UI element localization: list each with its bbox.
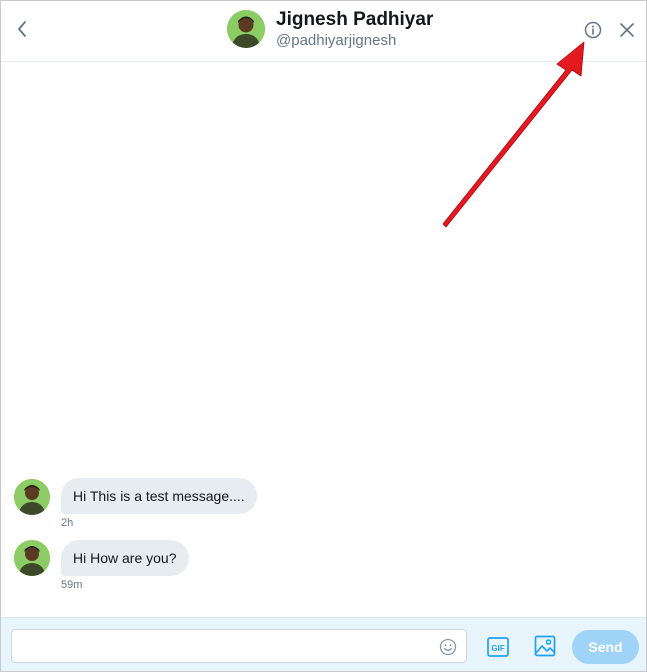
send-button[interactable]: Send <box>572 630 639 664</box>
message-avatar[interactable] <box>14 540 50 576</box>
chevron-left-icon <box>18 21 26 37</box>
message-input[interactable] <box>20 636 434 658</box>
message-timestamp: 59m <box>61 579 83 591</box>
dm-window: Jignesh Padhiyar @padhiyarjignesh Hi Thi… <box>0 0 647 672</box>
gif-label: GIF <box>491 644 504 653</box>
info-circle-icon <box>584 21 602 39</box>
message-bubble: Hi This is a test message.... <box>61 478 257 514</box>
smiley-icon <box>439 638 457 656</box>
user-avatar-image <box>227 10 265 48</box>
close-button[interactable] <box>617 20 637 40</box>
info-button[interactable] <box>583 20 603 40</box>
message-timestamp: 2h <box>61 517 74 529</box>
user-avatar-image <box>14 479 50 515</box>
gif-button[interactable]: GIF <box>487 637 509 657</box>
message-input-box[interactable] <box>11 629 467 663</box>
message-avatar[interactable] <box>14 479 50 515</box>
image-button[interactable] <box>534 635 556 657</box>
image-icon <box>534 635 556 657</box>
message-bubble: Hi How are you? <box>61 540 189 576</box>
gif-icon: GIF <box>487 637 509 657</box>
conversation-header: Jignesh Padhiyar @padhiyarjignesh <box>1 1 646 62</box>
emoji-button[interactable] <box>439 638 457 656</box>
close-icon <box>620 23 634 37</box>
user-avatar-image <box>14 540 50 576</box>
contact-name[interactable]: Jignesh Padhiyar <box>276 9 433 31</box>
header-avatar[interactable] <box>227 10 265 48</box>
contact-handle[interactable]: @padhiyarjignesh <box>276 32 396 49</box>
back-button[interactable] <box>13 17 33 41</box>
message-composer: GIF Send <box>1 617 646 671</box>
